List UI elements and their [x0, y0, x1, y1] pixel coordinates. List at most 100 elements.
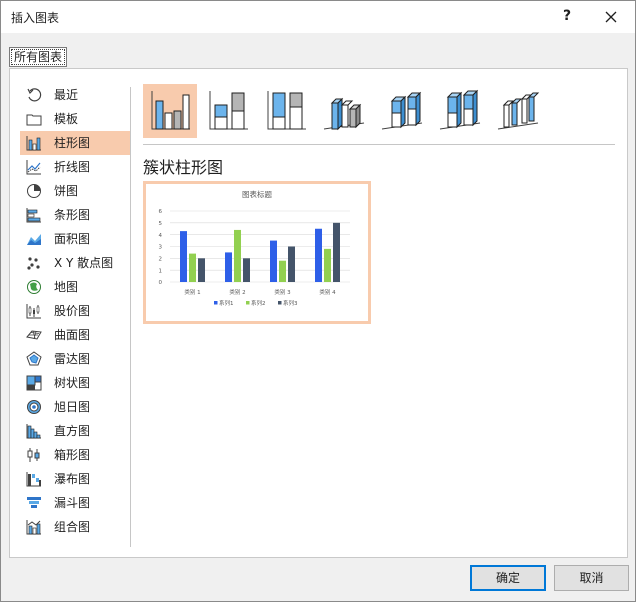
- chart-type-item[interactable]: 直方图: [20, 419, 130, 443]
- tab-all-charts[interactable]: 所有图表: [9, 47, 68, 67]
- chart-type-item[interactable]: 面积图: [20, 227, 130, 251]
- chart-type-label: 饼图: [54, 184, 79, 198]
- chart-type-item[interactable]: 箱形图: [20, 443, 130, 467]
- bar: [243, 258, 250, 282]
- divider: [143, 144, 615, 145]
- chart-type-item[interactable]: 漏斗图: [20, 491, 130, 515]
- x-tick-label: 类别 3: [274, 288, 291, 296]
- folder-icon: [26, 114, 42, 126]
- chart-type-item[interactable]: 股价图: [20, 299, 130, 323]
- waterfall-chart-icon: [26, 472, 41, 487]
- chart-type-label: 面积图: [54, 232, 91, 246]
- sunburst-chart-icon: [27, 400, 41, 414]
- line-chart-icon: [26, 160, 41, 175]
- chart-type-label: 瀑布图: [54, 472, 91, 486]
- y-tick-label: 4: [159, 233, 163, 239]
- chart-type-label: 最近: [54, 88, 79, 102]
- subtype-clustered-column[interactable]: [143, 84, 197, 138]
- chart-type-item[interactable]: 折线图: [20, 155, 130, 179]
- cancel-button[interactable]: 取消: [554, 565, 629, 591]
- subtype-percent-stacked-column[interactable]: [259, 84, 313, 138]
- chart-preview[interactable]: 图表标题 0 1 2 3 4 5 6 类别 1 类别 2 类别 3 类别 4 系列1 系列2 系列3: [143, 181, 371, 324]
- subtype-stacked-column[interactable]: [201, 84, 255, 138]
- bar: [234, 229, 241, 282]
- legend-swatch: [214, 301, 218, 305]
- y-tick-label: 6: [159, 209, 163, 215]
- chart-type-item[interactable]: 地图: [20, 275, 130, 299]
- chart-type-label: 雷达图: [54, 352, 91, 366]
- bar: [198, 258, 205, 282]
- subtype-3d-percent-stacked-column[interactable]: [433, 84, 487, 138]
- y-tick-label: 2: [159, 257, 163, 263]
- y-tick-label: 1: [159, 268, 163, 274]
- percent-stacked-column-icon: [267, 91, 306, 130]
- chart-subtype-title: 簇状柱形图: [143, 158, 224, 177]
- chart-type-label: 折线图: [54, 160, 91, 174]
- area-chart-icon: [27, 234, 41, 245]
- chart-type-label: X Y 散点图: [54, 256, 114, 270]
- help-button[interactable]: ?: [557, 6, 577, 26]
- chart-type-label: 柱形图: [54, 136, 91, 150]
- chart-type-item[interactable]: 组合图: [20, 515, 130, 539]
- chart-type-label: 股价图: [54, 304, 91, 318]
- subtype-3d-clustered-column[interactable]: [317, 84, 371, 138]
- ok-button[interactable]: 确定: [470, 565, 546, 591]
- title-bar: 插入图表 ?: [1, 1, 635, 33]
- bar: [225, 252, 232, 282]
- bar: [279, 260, 286, 282]
- chart-type-label: 模板: [54, 112, 79, 126]
- x-tick-label: 类别 2: [229, 288, 245, 296]
- treemap-chart-icon: [26, 375, 42, 391]
- chart-type-item[interactable]: 最近: [20, 83, 130, 107]
- close-button[interactable]: [601, 7, 621, 27]
- bar: [333, 222, 340, 282]
- chart-panel: 最近模板柱形图折线图饼图条形图面积图 X Y 散点图地图股价图曲面图雷达图树状图旭…: [9, 68, 628, 558]
- stacked-column-icon: [209, 91, 248, 130]
- chart-type-item[interactable]: 树状图: [20, 371, 130, 395]
- bar: [189, 253, 196, 282]
- legend-swatch: [278, 301, 282, 305]
- 3d-percent-stacked-column-icon: [439, 89, 481, 130]
- chart-type-item[interactable]: 旭日图: [20, 395, 130, 419]
- chart-type-item[interactable]: 曲面图: [20, 323, 130, 347]
- chart-type-item[interactable]: 柱形图: [20, 131, 130, 155]
- chart-type-item[interactable]: 雷达图: [20, 347, 130, 371]
- chart-type-label: 组合图: [54, 520, 91, 534]
- x-tick-label: 类别 1: [184, 288, 200, 296]
- chart-type-label: 箱形图: [54, 448, 91, 462]
- subtype-3d-stacked-column[interactable]: [375, 84, 429, 138]
- x-tick-label: 类别 4: [319, 288, 336, 296]
- 3d-clustered-column-icon: [323, 97, 365, 131]
- chart-type-label: 条形图: [54, 208, 91, 222]
- dialog-title: 插入图表: [11, 11, 60, 25]
- chart-type-label: 旭日图: [54, 400, 91, 414]
- chart-type-item[interactable]: X Y 散点图: [20, 251, 130, 275]
- 3d-column-icon: [497, 92, 540, 130]
- recent-icon: [27, 88, 42, 102]
- bar: [180, 231, 187, 282]
- chart-type-item[interactable]: 瀑布图: [20, 467, 130, 491]
- legend-label: 系列1: [219, 299, 234, 307]
- box-whisker-chart-icon: [27, 448, 40, 462]
- funnel-chart-icon: [27, 497, 41, 508]
- tab-strip: 所有图表: [9, 47, 68, 67]
- chart-type-item[interactable]: 饼图: [20, 179, 130, 203]
- chart-type-item[interactable]: 条形图: [20, 203, 130, 227]
- chart-type-label: 漏斗图: [54, 496, 91, 510]
- 3d-stacked-column-icon: [381, 91, 423, 130]
- subtype-3d-column[interactable]: [491, 84, 545, 138]
- close-icon: [605, 11, 617, 23]
- chart-type-item[interactable]: 模板: [20, 107, 130, 131]
- y-tick-label: 5: [159, 221, 163, 227]
- chart-type-label: 直方图: [54, 424, 91, 438]
- bar: [324, 248, 331, 282]
- legend-label: 系列3: [283, 299, 298, 307]
- bar: [270, 240, 277, 282]
- bar-chart-icon: [26, 208, 41, 223]
- insert-chart-dialog: 插入图表 ? 所有图表 最近模板柱形图折线图饼图条形图面积图 X Y 散点图地图股…: [0, 0, 636, 602]
- stock-chart-icon: [26, 304, 41, 319]
- radar-chart-icon: [26, 351, 42, 366]
- surface-chart-icon: [26, 330, 42, 340]
- column-chart-icon: [26, 136, 41, 151]
- histogram-chart-icon: [26, 424, 41, 439]
